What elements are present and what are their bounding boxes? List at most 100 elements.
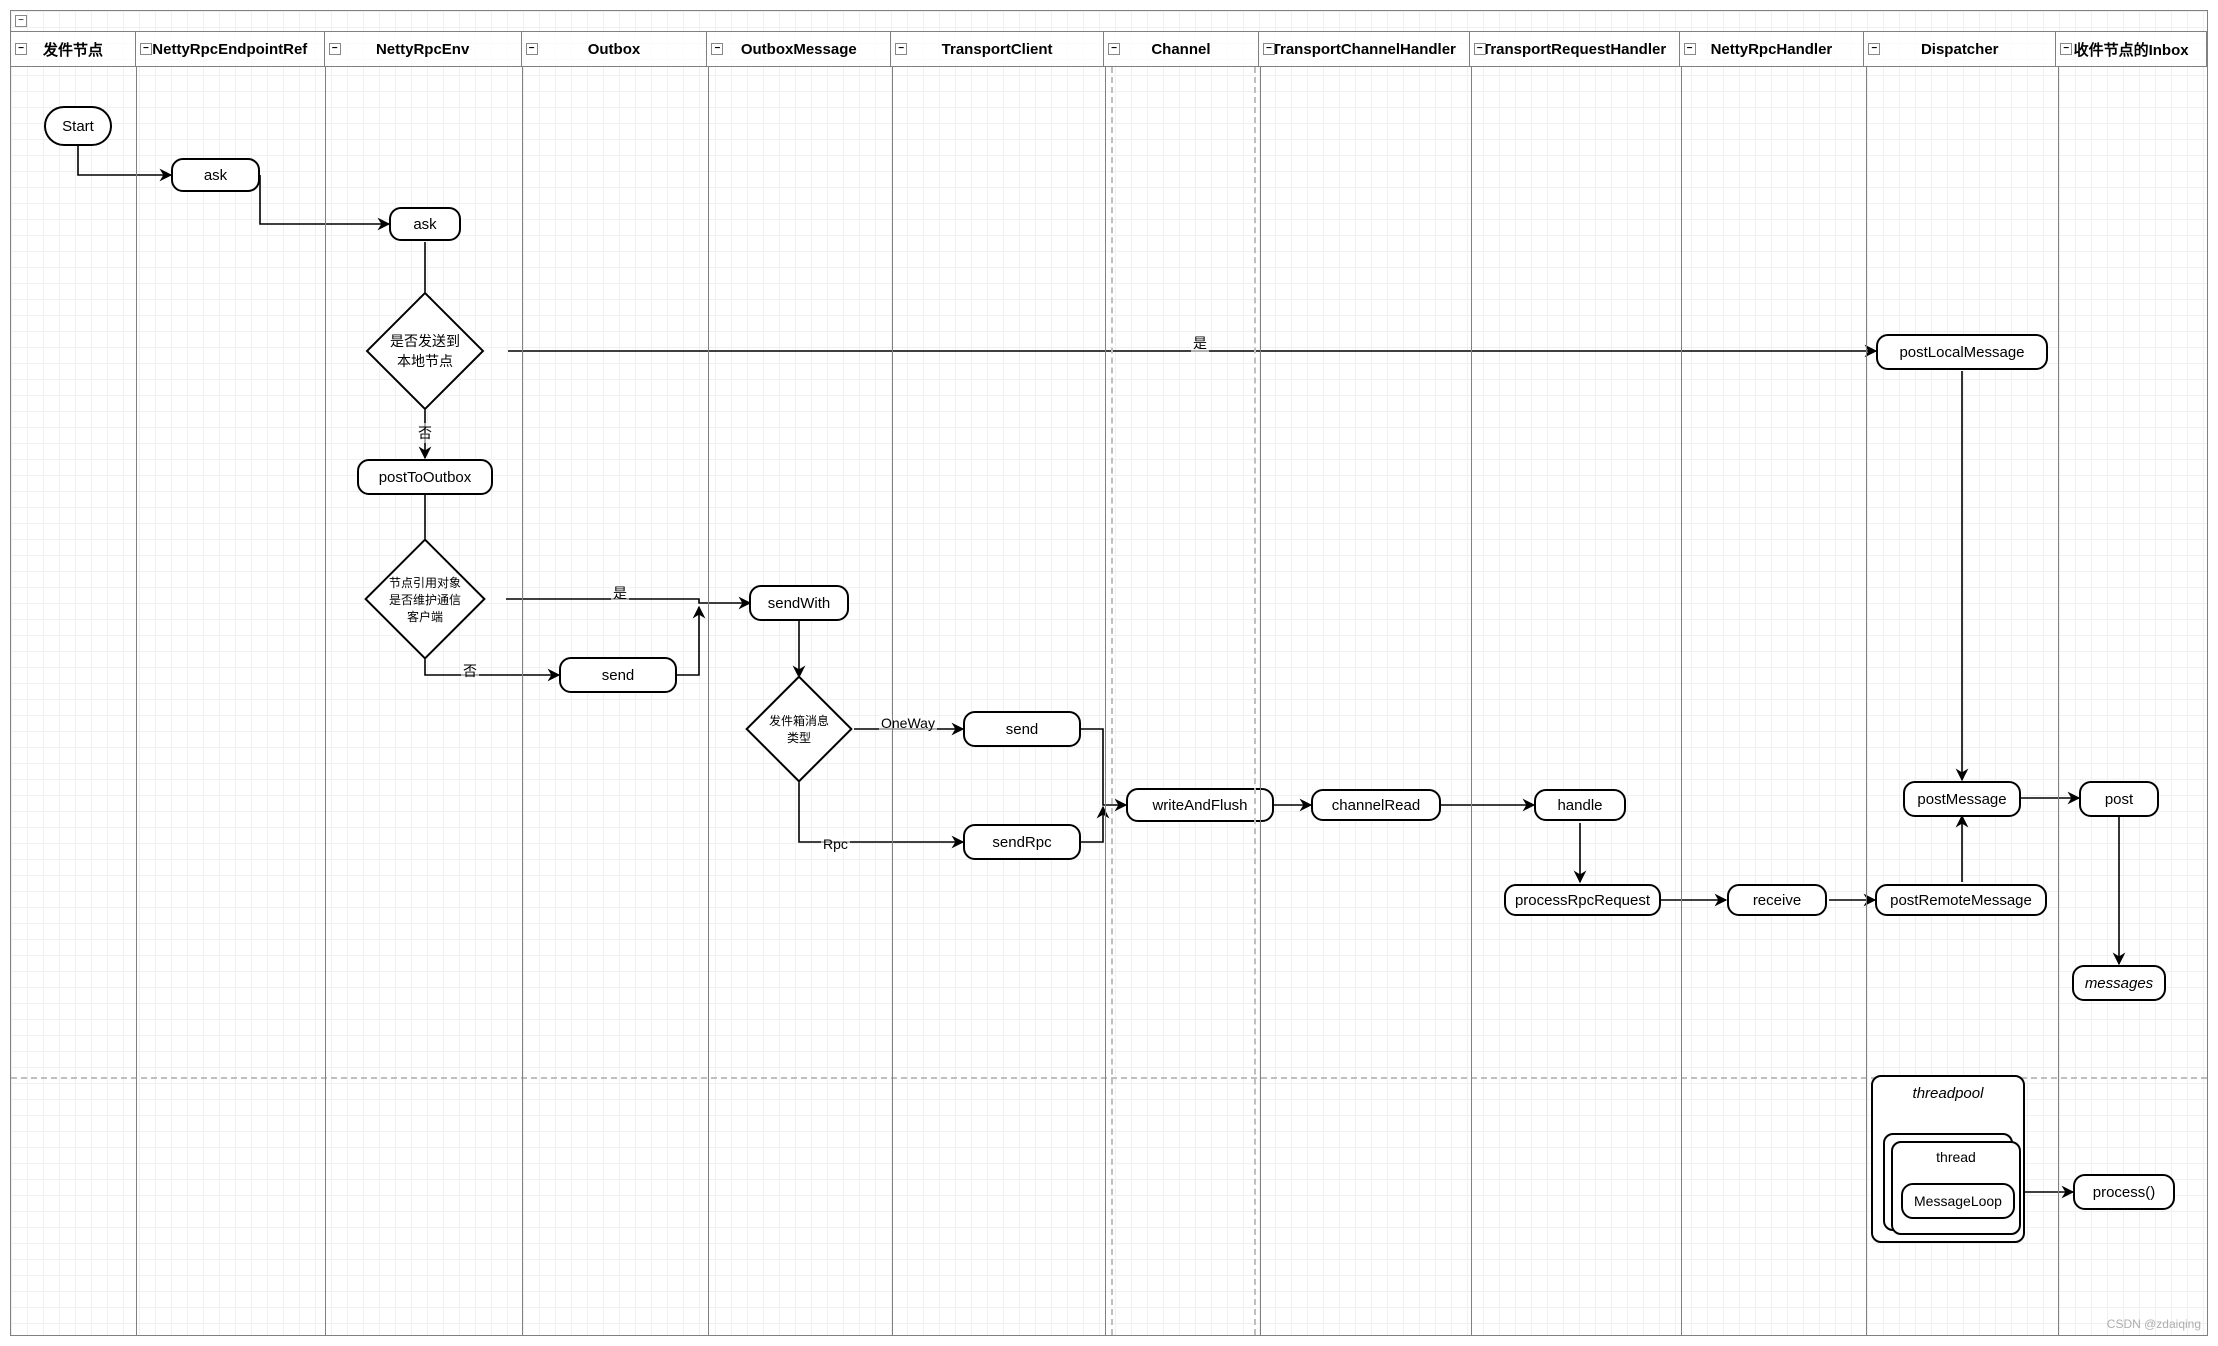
node-label: processRpcRequest — [1515, 892, 1650, 909]
collapse-icon[interactable]: − — [2060, 43, 2072, 55]
ask-node-1[interactable]: ask — [171, 158, 260, 192]
node-label: messages — [2085, 975, 2153, 992]
diagram-canvas: − −发件节点−NettyRpcEndpointRef−NettyRpcEnv−… — [10, 10, 2208, 1336]
node-label: writeAndFlush — [1152, 797, 1247, 814]
node-label: sendRpc — [992, 834, 1051, 851]
node-label: postLocalMessage — [1899, 344, 2024, 361]
threadpool-container[interactable]: threadpool thread MessageLoop — [1871, 1075, 2025, 1243]
decision-local[interactable]: 是否发送到本地节点 — [366, 292, 485, 411]
decision-client[interactable]: 节点引用对象是否维护通信客户端 — [364, 538, 486, 660]
collapse-icon[interactable]: − — [1108, 43, 1120, 55]
lane-divider — [2058, 67, 2059, 1335]
node-label: process() — [2093, 1184, 2156, 1201]
lane-title: NettyRpcEndpointRef — [152, 41, 307, 58]
lane-divider — [136, 67, 137, 1335]
collapse-icon[interactable]: − — [15, 43, 27, 55]
node-label: ask — [204, 167, 227, 184]
start-node[interactable]: Start — [44, 106, 112, 146]
lane-divider — [1681, 67, 1682, 1335]
edge-label-yes-local: 是 — [1191, 333, 1209, 353]
node-label: postMessage — [1917, 791, 2006, 808]
lane-header-l0[interactable]: − 发件节点 — [11, 31, 136, 67]
channel-dash-left — [1111, 67, 1113, 1335]
post-node[interactable]: post — [2079, 781, 2159, 817]
collapse-icon[interactable]: − — [1474, 43, 1486, 55]
lane-divider — [1105, 67, 1106, 1335]
lane-title: 发件节点 — [43, 39, 103, 60]
lane-header-l2[interactable]: − NettyRpcEnv — [325, 31, 522, 67]
thread-label: thread — [1893, 1149, 2019, 1165]
process-node[interactable]: process() — [2073, 1174, 2175, 1210]
collapse-icon[interactable]: − — [1263, 43, 1275, 55]
lane-title: NettyRpcEnv — [376, 41, 469, 58]
node-label: 节点引用对象是否维护通信客户端 — [384, 558, 466, 640]
node-label: postToOutbox — [379, 469, 472, 486]
lane-header-l6[interactable]: −Channel — [1104, 31, 1259, 67]
lane-header-l8[interactable]: −TransportRequestHandler — [1470, 31, 1680, 67]
lane-header-l9[interactable]: −NettyRpcHandler — [1680, 31, 1865, 67]
post-to-outbox-node[interactable]: postToOutbox — [357, 459, 493, 495]
edge-label-no-local: 否 — [416, 423, 434, 443]
lane-divider — [325, 67, 326, 1335]
messages-node[interactable]: messages — [2072, 965, 2166, 1001]
lane-divider — [708, 67, 709, 1335]
lane-divider — [1260, 67, 1261, 1335]
node-label: 发件箱消息类型 — [763, 693, 835, 765]
lane-header-l5[interactable]: −TransportClient — [891, 31, 1104, 67]
collapse-icon[interactable]: − — [526, 43, 538, 55]
processRpcRequest-node[interactable]: processRpcRequest — [1504, 884, 1661, 916]
lane-header-l4[interactable]: −OutboxMessage — [707, 31, 891, 67]
node-label: post — [2105, 791, 2133, 808]
node-label: MessageLoop — [1914, 1193, 2002, 1209]
lane-header-l1[interactable]: −NettyRpcEndpointRef — [136, 31, 325, 67]
collapse-icon[interactable]: − — [1684, 43, 1696, 55]
decision-msgtype[interactable]: 发件箱消息类型 — [745, 675, 852, 782]
edge-label-rpc: Rpc — [821, 836, 850, 852]
swimlane-header-row: −发件节点−NettyRpcEndpointRef−NettyRpcEnv−Ou… — [11, 31, 2207, 67]
collapse-icon[interactable]: − — [15, 15, 27, 27]
node-label: ask — [413, 216, 436, 233]
transport-send-node[interactable]: send — [963, 711, 1081, 747]
node-label: send — [602, 667, 635, 684]
node-label: send — [1006, 721, 1039, 738]
collapse-icon[interactable]: − — [1868, 43, 1880, 55]
receive-node[interactable]: receive — [1727, 884, 1827, 916]
lane-divider — [1866, 67, 1867, 1335]
writeAndFlush-node[interactable]: writeAndFlush — [1126, 788, 1274, 822]
outbox-send-node[interactable]: send — [559, 657, 677, 693]
sendRpc-node[interactable]: sendRpc — [963, 824, 1081, 860]
node-label: sendWith — [768, 595, 831, 612]
handle-node[interactable]: handle — [1534, 789, 1626, 821]
node-label: channelRead — [1332, 797, 1420, 814]
lane-divider — [522, 67, 523, 1335]
lane-divider — [1471, 67, 1472, 1335]
lane-title: TransportChannelHandler — [1272, 41, 1456, 58]
sendWith-node[interactable]: sendWith — [749, 585, 849, 621]
edge-label-yes-client: 是 — [611, 583, 629, 603]
lane-divider — [892, 67, 893, 1335]
postMessage-node[interactable]: postMessage — [1903, 781, 2021, 817]
lane-header-l10[interactable]: − Dispatcher — [1864, 31, 2056, 67]
channelRead-node[interactable]: channelRead — [1311, 789, 1441, 821]
node-label: 是否发送到本地节点 — [385, 311, 465, 391]
node-label: Start — [62, 118, 94, 135]
postRemoteMessage-node[interactable]: postRemoteMessage — [1875, 884, 2047, 916]
lane-title: Outbox — [588, 41, 641, 58]
channel-dash-right — [1254, 67, 1256, 1335]
ask-node-2[interactable]: ask — [389, 207, 461, 241]
lane-header-l3[interactable]: − Outbox — [522, 31, 708, 67]
lane-title: Dispatcher — [1921, 41, 1999, 58]
lane-header-l7[interactable]: −TransportChannelHandler — [1259, 31, 1470, 67]
collapse-icon[interactable]: − — [895, 43, 907, 55]
node-label: handle — [1557, 797, 1602, 814]
collapse-icon[interactable]: − — [711, 43, 723, 55]
lane-header-l11[interactable]: −收件节点的Inbox — [2056, 31, 2207, 67]
node-label: postRemoteMessage — [1890, 892, 2032, 909]
collapse-icon[interactable]: − — [140, 43, 152, 55]
edge-label-no-client: 否 — [461, 661, 479, 681]
collapse-icon[interactable]: − — [329, 43, 341, 55]
node-label: receive — [1753, 892, 1801, 909]
lane-title: 收件节点的Inbox — [2074, 39, 2189, 60]
messageLoop-node[interactable]: MessageLoop — [1901, 1183, 2015, 1219]
postLocalMessage-node[interactable]: postLocalMessage — [1876, 334, 2048, 370]
